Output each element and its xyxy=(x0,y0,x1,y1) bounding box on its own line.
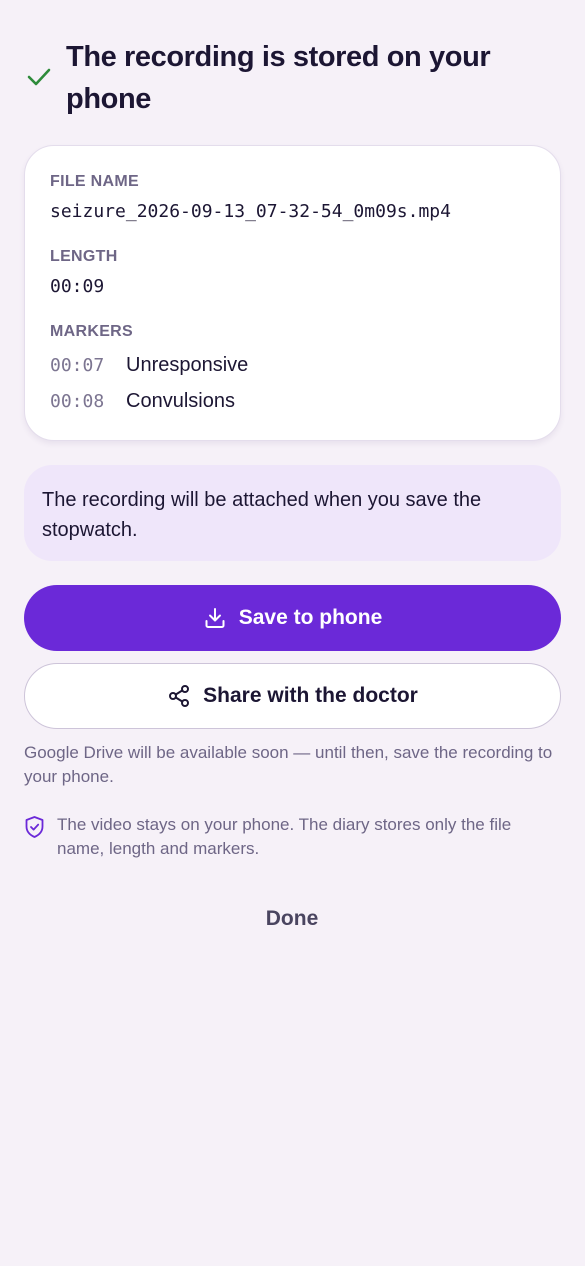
google-drive-note: Google Drive will be available soon — un… xyxy=(24,743,553,786)
marker-item: 00:07 Unresponsive xyxy=(50,352,248,378)
file-name-value: seizure_2026-09-13_07-32-54_0m09s.mp4 xyxy=(50,201,451,222)
share-with-doctor-label: Share with the doctor xyxy=(203,684,418,707)
marker-label: Unresponsive xyxy=(126,353,249,376)
marker-label: Convulsions xyxy=(126,389,235,412)
markers-label: MARKERS xyxy=(50,323,133,340)
page-title: The recording is stored on your phone xyxy=(66,41,491,115)
file-name-label: FILE NAME xyxy=(50,173,139,190)
save-to-phone-label: Save to phone xyxy=(238,606,383,629)
recording-saved-screen: The recording is stored on your phone FI… xyxy=(0,0,585,1266)
attachment-notice: The recording will be attached when you … xyxy=(24,465,561,561)
length-label: LENGTH xyxy=(50,248,118,265)
done-button[interactable]: Done xyxy=(212,897,372,941)
shield-check-icon xyxy=(25,816,44,838)
header: The recording is stored on your phone xyxy=(24,36,561,126)
attachment-notice-text: The recording will be attached when you … xyxy=(42,489,482,541)
share-with-doctor-button[interactable]: Share with the doctor xyxy=(24,663,561,729)
marker-item: 00:08 Convulsions xyxy=(50,388,235,414)
marker-time: 00:07 xyxy=(50,354,105,376)
share-icon xyxy=(167,684,191,708)
save-to-phone-button[interactable]: Save to phone xyxy=(24,585,561,651)
recording-details-card: FILE NAME seizure_2026-09-13_07-32-54_0m… xyxy=(24,145,561,441)
length-value: 00:09 xyxy=(50,276,105,297)
check-icon xyxy=(27,68,51,86)
privacy-note: The video stays on your phone. The diary… xyxy=(24,813,564,865)
privacy-note-text: The video stays on your phone. The diary… xyxy=(57,815,512,858)
download-icon xyxy=(203,606,227,630)
marker-time: 00:08 xyxy=(50,390,105,412)
